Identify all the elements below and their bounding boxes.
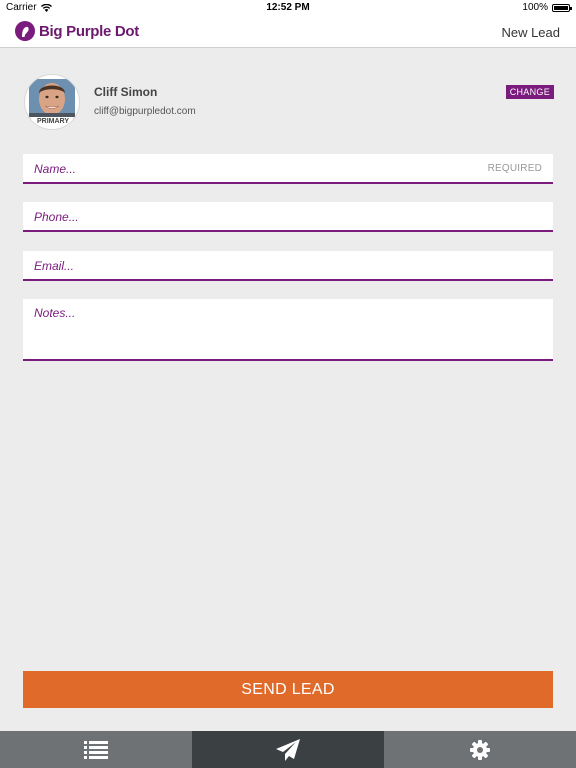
profile-email: cliff@bigpurpledot.com — [94, 106, 196, 117]
page-title: New Lead — [501, 25, 560, 40]
battery-indicator: 100% — [522, 2, 572, 13]
email-placeholder: Email... — [34, 259, 75, 273]
battery-icon — [552, 3, 572, 12]
gear-icon — [470, 739, 490, 760]
notes-field[interactable]: Notes... — [23, 299, 553, 361]
change-button[interactable]: CHANGE — [505, 85, 554, 99]
clock: 12:52 PM — [266, 2, 310, 13]
required-label: REQUIRED — [487, 163, 542, 174]
phone-field[interactable]: Phone... — [23, 202, 553, 232]
tab-bar — [0, 731, 576, 768]
tab-leads-list[interactable] — [0, 731, 192, 768]
email-field[interactable]: Email... — [23, 251, 553, 281]
send-lead-button[interactable]: SEND LEAD — [23, 671, 553, 708]
battery-percent: 100% — [522, 2, 548, 13]
notes-placeholder: Notes... — [34, 306, 76, 320]
primary-badge: PRIMARY — [25, 117, 79, 125]
tab-settings[interactable] — [384, 731, 576, 768]
avatar-photo — [29, 79, 75, 119]
avatar[interactable]: PRIMARY — [24, 74, 80, 130]
name-placeholder: Name... — [34, 162, 77, 176]
name-field[interactable]: Name... REQUIRED — [23, 154, 553, 184]
purple-dot-logo-icon — [15, 21, 35, 41]
nav-bar: Big Purple Dot New Lead — [0, 16, 576, 48]
phone-placeholder: Phone... — [34, 210, 79, 224]
brand-logo: Big Purple Dot — [15, 21, 139, 41]
list-icon — [84, 740, 108, 759]
paper-plane-icon — [276, 738, 300, 761]
tab-new-lead[interactable] — [192, 731, 384, 768]
brand-name: Big Purple Dot — [39, 22, 139, 40]
profile-card: PRIMARY Cliff Simon cliff@bigpurpledot.c… — [24, 72, 554, 132]
status-bar: Carrier 12:52 PM 100% — [0, 0, 576, 16]
profile-name: Cliff Simon — [94, 85, 158, 99]
